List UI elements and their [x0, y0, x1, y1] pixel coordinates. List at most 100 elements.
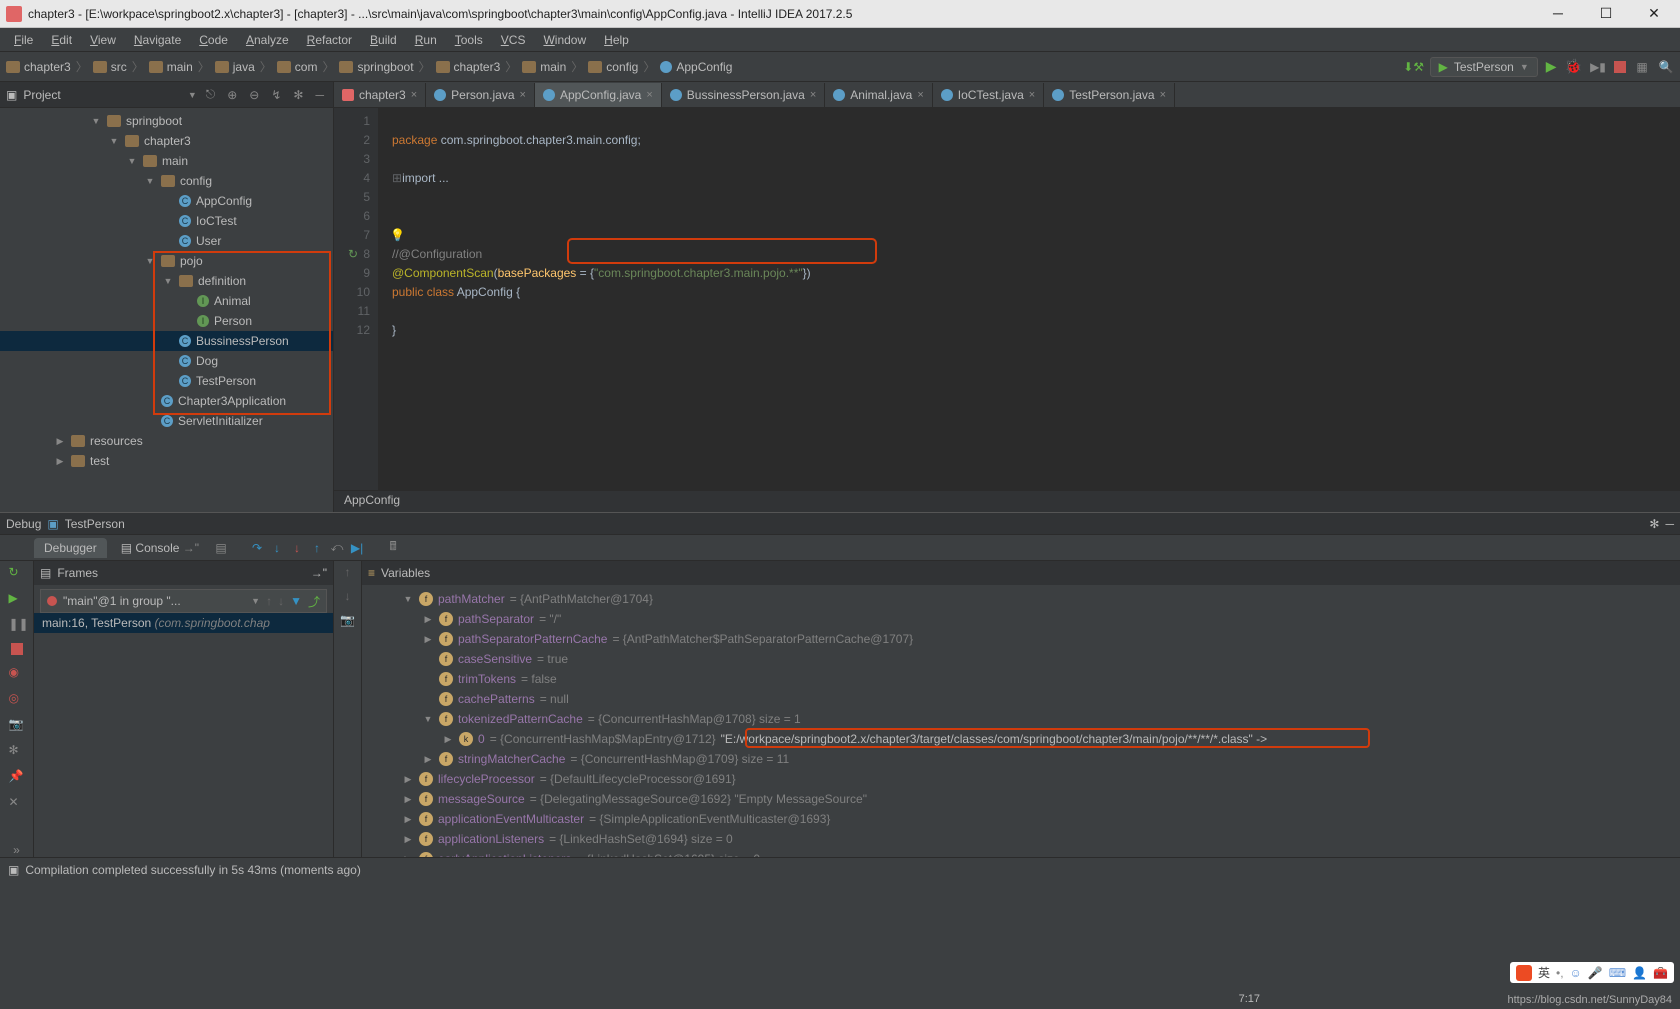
resume-icon[interactable]: ▶ [9, 591, 25, 607]
menu-vcs[interactable]: VCS [493, 31, 534, 49]
mute-breakpoints-icon[interactable]: ◎ [9, 691, 25, 707]
tree-item-animal[interactable]: IAnimal [0, 291, 333, 311]
tree-item-resources[interactable]: ▶resources [0, 431, 333, 451]
tree-item-chapter3application[interactable]: CChapter3Application [0, 391, 333, 411]
tab-debugger[interactable]: Debugger [34, 538, 107, 558]
ime-bar[interactable]: 英 •, ☺ 🎤 ⌨ 👤 🧰 [1510, 962, 1674, 983]
var-row[interactable]: ▶fearlyApplicationListeners = {LinkedHas… [362, 849, 1680, 857]
breadcrumb-item[interactable]: main [522, 60, 566, 74]
frame-row[interactable]: main:16, TestPerson (com.springboot.chap [34, 613, 333, 633]
locate-icon[interactable]: ↯ [268, 88, 284, 102]
tree-item-user[interactable]: CUser [0, 231, 333, 251]
filter-icon[interactable]: ▼ [290, 594, 302, 608]
tab-bussinessperson-java[interactable]: BussinessPerson.java× [662, 83, 826, 107]
tab-ioctest-java[interactable]: IoCTest.java× [933, 83, 1044, 107]
tree-item-main[interactable]: ▼main [0, 151, 333, 171]
var-row[interactable]: fcachePatterns = null [362, 689, 1680, 709]
prev-frame-icon[interactable]: ↑ [266, 594, 272, 608]
gear-icon[interactable]: ✻ [290, 88, 306, 102]
tab-appconfig-java[interactable]: AppConfig.java× [535, 83, 662, 107]
breadcrumb-item[interactable]: src [93, 60, 127, 74]
layout-icon[interactable]: ▤ [213, 540, 229, 556]
tree-item-ioctest[interactable]: CIoCTest [0, 211, 333, 231]
maximize-button[interactable]: ☐ [1592, 5, 1620, 22]
evaluate-icon[interactable]: 🖩 [385, 540, 401, 556]
tab-animal-java[interactable]: Animal.java× [825, 83, 932, 107]
editor[interactable]: 123456789101112 package com.springboot.c… [334, 108, 1680, 490]
autoscroll-icon[interactable]: ⊕ [224, 88, 240, 102]
var-row[interactable]: fcaseSensitive = true [362, 649, 1680, 669]
breadcrumb-item[interactable]: config [588, 60, 638, 74]
tab-testperson-java[interactable]: TestPerson.java× [1044, 83, 1175, 107]
breadcrumb-item[interactable]: chapter3 [6, 60, 71, 74]
var-row[interactable]: ▶fstringMatcherCache = {ConcurrentHashMa… [362, 749, 1680, 769]
menu-view[interactable]: View [82, 31, 124, 49]
menu-window[interactable]: Window [535, 31, 594, 49]
run-button[interactable]: ▶ [1546, 58, 1557, 75]
search-icon[interactable]: 🔍 [1658, 59, 1674, 75]
hide-icon[interactable]: ─ [1665, 517, 1674, 531]
project-structure-icon[interactable]: ▦ [1634, 59, 1650, 75]
tree-item-servletinitializer[interactable]: CServletInitializer [0, 411, 333, 431]
tree-item-person[interactable]: IPerson [0, 311, 333, 331]
tree-item-config[interactable]: ▼config [0, 171, 333, 191]
var-row[interactable]: ▶fpathSeparator = "/" [362, 609, 1680, 629]
pause-icon[interactable]: ❚❚ [9, 617, 25, 633]
rerun-icon[interactable]: ↻ [9, 565, 25, 581]
debug-button[interactable]: 🐞 [1565, 58, 1582, 75]
var-row[interactable]: ▶fpathSeparatorPatternCache = {AntPathMa… [362, 629, 1680, 649]
tree-item-chapter3[interactable]: ▼chapter3 [0, 131, 333, 151]
menu-tools[interactable]: Tools [447, 31, 491, 49]
menu-run[interactable]: Run [407, 31, 445, 49]
menu-refactor[interactable]: Refactor [299, 31, 360, 49]
run-config-selector[interactable]: ▶ TestPerson ▼ [1430, 57, 1538, 77]
collapse-icon[interactable]: ⎋ [203, 87, 219, 102]
down-icon[interactable]: ↓ [345, 589, 351, 603]
var-row[interactable]: ftrimTokens = false [362, 669, 1680, 689]
thread-selector[interactable]: "main"@1 in group "... ▼ ↑ ↓ ▼ ⤴ [40, 589, 327, 613]
next-frame-icon[interactable]: ↓ [278, 594, 284, 608]
drop-frame-icon[interactable]: ⤺ [329, 540, 345, 556]
code-area[interactable]: package com.springboot.chapter3.main.con… [378, 108, 1680, 490]
var-row[interactable]: ▶fapplicationListeners = {LinkedHashSet@… [362, 829, 1680, 849]
variables-tree[interactable]: ▼fpathMatcher = {AntPathMatcher@1704}▶fp… [362, 585, 1680, 857]
menu-navigate[interactable]: Navigate [126, 31, 189, 49]
tree-item-definition[interactable]: ▼definition [0, 271, 333, 291]
var-row[interactable]: ▶k0 = {ConcurrentHashMap$MapEntry@1712} … [362, 729, 1680, 749]
tree-item-test[interactable]: ▶test [0, 451, 333, 471]
expand-icon[interactable]: » [13, 843, 20, 857]
step-into-icon[interactable]: ↓ [269, 540, 285, 556]
run-to-cursor-icon[interactable]: ▶| [349, 540, 365, 556]
tree-item-springboot[interactable]: ▼springboot [0, 111, 333, 131]
up-icon[interactable]: ↑ [345, 565, 351, 579]
hide-icon[interactable]: ─ [312, 88, 327, 102]
tree-item-pojo[interactable]: ▼pojo [0, 251, 333, 271]
menu-file[interactable]: File [6, 31, 41, 49]
settings-icon[interactable]: ✻ [9, 743, 25, 759]
var-row[interactable]: ▼fpathMatcher = {AntPathMatcher@1704} [362, 589, 1680, 609]
var-row[interactable]: ▼ftokenizedPatternCache = {ConcurrentHas… [362, 709, 1680, 729]
camera-icon[interactable]: 📷 [340, 613, 355, 627]
tree-item-testperson[interactable]: CTestPerson [0, 371, 333, 391]
menu-help[interactable]: Help [596, 31, 637, 49]
breadcrumb-item[interactable]: java [215, 60, 255, 74]
var-row[interactable]: ▶fapplicationEventMulticaster = {SimpleA… [362, 809, 1680, 829]
dump-threads-icon[interactable]: 📷 [9, 717, 25, 733]
breadcrumb-item[interactable]: main [149, 60, 193, 74]
restore-layout-icon[interactable]: →" [311, 566, 327, 580]
chevron-down-icon[interactable]: ▼ [188, 90, 197, 100]
breakpoints-icon[interactable]: ◉ [9, 665, 25, 681]
breadcrumb-item[interactable]: AppConfig [660, 60, 732, 74]
step-over-icon[interactable]: ↷ [249, 540, 265, 556]
tab-console[interactable]: ▤ Console →" [111, 538, 209, 558]
autoscroll-from-icon[interactable]: ⊖ [246, 88, 262, 102]
var-row[interactable]: ▶fmessageSource = {DelegatingMessageSour… [362, 789, 1680, 809]
force-step-into-icon[interactable]: ↓ [289, 540, 305, 556]
gear-icon[interactable]: ✻ [1649, 517, 1659, 531]
breadcrumb-item[interactable]: com [277, 60, 318, 74]
stop-button[interactable] [1614, 61, 1626, 73]
menu-analyze[interactable]: Analyze [238, 31, 297, 49]
tree-item-dog[interactable]: CDog [0, 351, 333, 371]
coverage-button[interactable]: ▶▮ [1590, 59, 1606, 75]
minimize-button[interactable]: ─ [1544, 5, 1572, 22]
